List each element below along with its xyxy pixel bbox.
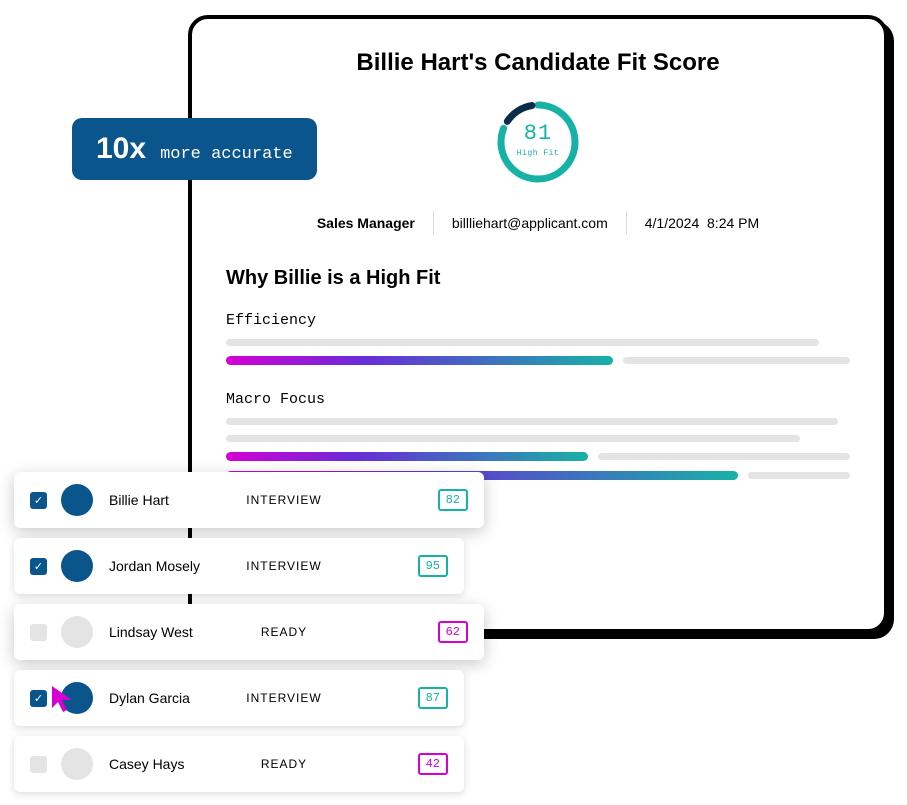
avatar [61, 484, 93, 516]
status-text: READY [229, 625, 339, 639]
candidate-row[interactable]: ✓ Dylan GarciaINTERVIEW 87 [14, 670, 464, 726]
gauge-wrap: 81 High Fit [226, 99, 850, 185]
bar-background [226, 339, 819, 346]
score-badge: 87 [418, 687, 448, 709]
candidate-list: ✓Billie HartINTERVIEW82✓Jordan MoselyINT… [14, 472, 464, 802]
score-badge: 95 [418, 555, 448, 577]
cursor-icon [50, 684, 78, 714]
badge-number: 10x [96, 132, 146, 166]
candidate-name: Casey Hays [109, 756, 229, 772]
candidate-name: Jordan Mosely [109, 558, 229, 574]
fit-score-gauge: 81 High Fit [495, 99, 581, 185]
score-badge: 62 [438, 621, 468, 643]
divider [626, 211, 627, 235]
checkbox[interactable] [30, 624, 47, 641]
email-text: billliehart@applicant.com [452, 215, 608, 231]
candidate-row[interactable]: ✓ Jordan MoselyINTERVIEW 95 [14, 538, 464, 594]
candidate-row[interactable]: Lindsay WestREADY 62 [14, 604, 484, 660]
metric-bar [226, 452, 588, 461]
badge-text: more accurate [160, 145, 293, 164]
accuracy-badge: 10x more accurate [72, 118, 317, 180]
status-text: INTERVIEW [229, 559, 339, 573]
status-text: INTERVIEW [229, 691, 339, 705]
checkbox[interactable]: ✓ [30, 558, 47, 575]
candidate-row[interactable]: Casey HaysREADY 42 [14, 736, 464, 792]
status-text: READY [229, 757, 339, 771]
bar-background [226, 418, 838, 425]
gauge-score: 81 [495, 121, 581, 146]
why-heading: Why Billie is a High Fit [226, 267, 850, 290]
date-text: 4/1/2024 8:24 PM [645, 215, 759, 231]
divider [433, 211, 434, 235]
bar-background [226, 435, 800, 442]
checkbox[interactable]: ✓ [30, 492, 47, 509]
avatar [61, 550, 93, 582]
candidate-name: Lindsay West [109, 624, 229, 640]
bar-tail [748, 472, 850, 479]
metric-label: Macro Focus [226, 391, 850, 408]
gauge-label: High Fit [495, 149, 581, 158]
bar-tail [598, 453, 850, 460]
avatar [61, 616, 93, 648]
role-text: Sales Manager [317, 215, 415, 231]
avatar [61, 748, 93, 780]
metric-bar [226, 356, 613, 365]
candidate-row[interactable]: ✓ Billie HartINTERVIEW 82 [14, 472, 484, 528]
card-title: Billie Hart's Candidate Fit Score [226, 49, 850, 77]
metric-efficiency: Efficiency [226, 312, 850, 365]
score-badge: 42 [418, 753, 448, 775]
score-badge: 82 [438, 489, 468, 511]
candidate-name: Dylan Garcia [109, 690, 229, 706]
metric-label: Efficiency [226, 312, 850, 329]
status-text: INTERVIEW [229, 493, 339, 507]
candidate-name: Billie Hart [109, 492, 229, 508]
checkbox[interactable]: ✓ [30, 690, 47, 707]
bar-tail [623, 357, 850, 364]
meta-row: Sales Manager billliehart@applicant.com … [226, 211, 850, 235]
checkbox[interactable] [30, 756, 47, 773]
